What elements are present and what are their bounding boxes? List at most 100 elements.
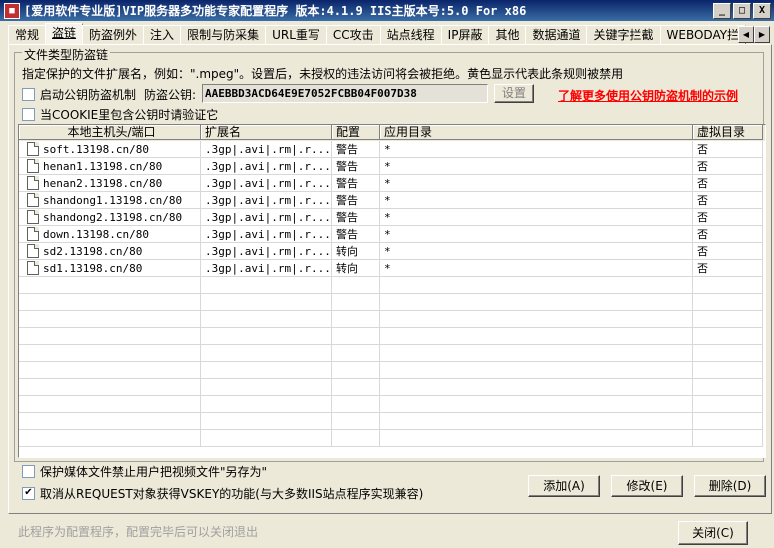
- table-cell: [201, 413, 332, 430]
- table-cell: 否: [693, 175, 763, 192]
- window-title: [爱用软件专业版]VIP服务器多功能专家配置程序 版本:4.1.9 IIS主版本…: [24, 4, 527, 18]
- table-row[interactable]: down.13198.cn/80 .3gp|.avi|.rm|.r... 警告 * 否: [19, 226, 765, 243]
- table-cell: [332, 413, 380, 430]
- document-icon: [27, 261, 39, 275]
- table-cell: [201, 430, 332, 447]
- table-row[interactable]: sd1.13198.cn/80 .3gp|.avi|.rm|.r... 转向 * 否: [19, 260, 765, 277]
- table-cell: .3gp|.avi|.rm|.r...: [201, 192, 332, 209]
- table-cell: [693, 294, 763, 311]
- table-cell: *: [380, 226, 693, 243]
- table-cell: 否: [693, 260, 763, 277]
- table-row: [19, 328, 765, 345]
- public-key-field[interactable]: AAEBBD3ACD64E9E7052FCBB04F007D38: [202, 84, 488, 103]
- tab-site-threads[interactable]: 站点线程: [379, 25, 442, 45]
- learn-more-link[interactable]: 了解更多使用公钥防盗机制的示例: [558, 87, 738, 104]
- table-cell: [380, 294, 693, 311]
- table-cell: henan2.13198.cn/80: [19, 175, 201, 192]
- table-cell: [19, 345, 201, 362]
- table-cell: *: [380, 260, 693, 277]
- table-cell: soft.13198.cn/80: [19, 141, 201, 158]
- cancel-vskey-checkbox[interactable]: ✔: [22, 487, 35, 500]
- table-cell: .3gp|.avi|.rm|.r...: [201, 175, 332, 192]
- cookie-verify-checkbox[interactable]: [22, 108, 35, 121]
- cell-text: soft.13198.cn/80: [43, 142, 149, 156]
- table-row[interactable]: soft.13198.cn/80 .3gp|.avi|.rm|.r... 警告 * 否: [19, 141, 765, 158]
- cell-text: down.13198.cn/80: [43, 227, 149, 241]
- table-cell: [332, 345, 380, 362]
- table-cell: 警告: [332, 141, 380, 158]
- table-cell: [380, 396, 693, 413]
- table-cell: [332, 328, 380, 345]
- tab-scroll-right-icon[interactable]: ▶: [754, 26, 770, 43]
- document-icon: [27, 176, 39, 190]
- table-cell: [332, 430, 380, 447]
- column-header[interactable]: 配置: [332, 125, 380, 140]
- table-row[interactable]: henan2.13198.cn/80 .3gp|.avi|.rm|.r... 警告 *…: [19, 175, 765, 192]
- cancel-vskey-label: 取消从REQUEST对象获得VSKEY的功能(与大多数IIS站点程序实现兼容): [40, 487, 424, 501]
- enable-key-label: 启动公钥防盗机制: [40, 88, 137, 102]
- tab-scroll-left-icon[interactable]: ◀: [738, 26, 754, 43]
- tab-weboday[interactable]: WEBODAY拦: [659, 25, 747, 45]
- maximize-button[interactable]: □: [733, 3, 751, 19]
- tab-cc-attack[interactable]: CC攻击: [325, 25, 381, 45]
- table-row[interactable]: henan1.13198.cn/80 .3gp|.avi|.rm|.r... 警告 *…: [19, 158, 765, 175]
- tab-other[interactable]: 其他: [488, 25, 527, 45]
- table-cell: [19, 294, 201, 311]
- table-row[interactable]: shandong1.13198.cn/80 .3gp|.avi|.rm|.r...…: [19, 192, 765, 209]
- tab-ip-block[interactable]: IP屏蔽: [440, 25, 490, 45]
- table-row[interactable]: sd2.13198.cn/80 .3gp|.avi|.rm|.r... 转向 * 否: [19, 243, 765, 260]
- table-cell: 警告: [332, 226, 380, 243]
- column-header[interactable]: 扩展名: [201, 125, 332, 140]
- column-header[interactable]: 应用目录: [380, 125, 693, 140]
- protect-saveas-label: 保护媒体文件禁止用户把视频文件"另存为": [40, 465, 268, 479]
- table-cell: *: [380, 192, 693, 209]
- tab-limits[interactable]: 限制与防采集: [180, 25, 267, 45]
- delete-button[interactable]: 删除(D): [694, 475, 766, 497]
- tab-hotlink-exceptions[interactable]: 防盗例外: [82, 25, 145, 45]
- table-cell: [693, 413, 763, 430]
- minimize-button[interactable]: _: [713, 3, 731, 19]
- table-cell: 否: [693, 243, 763, 260]
- table-row: [19, 277, 765, 294]
- add-button[interactable]: 添加(A): [528, 475, 600, 497]
- cell-text: henan1.13198.cn/80: [43, 159, 163, 173]
- table-cell: *: [380, 209, 693, 226]
- enable-key-checkbox[interactable]: [22, 88, 35, 101]
- document-icon: [27, 244, 39, 258]
- cell-text: henan2.13198.cn/80: [43, 176, 163, 190]
- close-button[interactable]: 关闭(C): [678, 521, 748, 545]
- close-window-button[interactable]: X: [753, 3, 771, 19]
- table-cell: 否: [693, 209, 763, 226]
- tab-url-rewrite[interactable]: URL重写: [265, 25, 327, 45]
- table-row[interactable]: shandong2.13198.cn/80 .3gp|.avi|.rm|.r...…: [19, 209, 765, 226]
- table-cell: shandong1.13198.cn/80: [19, 192, 201, 209]
- table-cell: [380, 345, 693, 362]
- table-cell: [693, 396, 763, 413]
- table-cell: [19, 379, 201, 396]
- table-cell: 警告: [332, 158, 380, 175]
- column-header[interactable]: 本地主机头/端口: [19, 125, 201, 140]
- table-cell: down.13198.cn/80: [19, 226, 201, 243]
- set-key-button[interactable]: 设置: [494, 84, 534, 103]
- table-cell: .3gp|.avi|.rm|.r...: [201, 243, 332, 260]
- table-cell: [332, 362, 380, 379]
- table-cell: [693, 379, 763, 396]
- table-header: 本地主机头/端口 扩展名 配置 应用目录 虚拟目录: [19, 125, 765, 141]
- edit-button[interactable]: 修改(E): [611, 475, 683, 497]
- tab-data-channel[interactable]: 数据通道: [525, 25, 588, 45]
- table-cell: 否: [693, 141, 763, 158]
- protect-saveas-checkbox[interactable]: [22, 465, 35, 478]
- tab-hotlink[interactable]: 盗链: [45, 23, 84, 45]
- table-cell: [380, 362, 693, 379]
- rules-table[interactable]: 本地主机头/端口 扩展名 配置 应用目录 虚拟目录 soft.13198.cn/…: [18, 124, 766, 458]
- table-cell: [201, 396, 332, 413]
- column-header[interactable]: 虚拟目录: [693, 125, 763, 140]
- tab-keyword-block[interactable]: 关键字拦截: [586, 25, 661, 45]
- table-cell: shandong2.13198.cn/80: [19, 209, 201, 226]
- table-cell: 否: [693, 158, 763, 175]
- tab-injection[interactable]: 注入: [143, 25, 182, 45]
- table-cell: sd1.13198.cn/80: [19, 260, 201, 277]
- document-icon: [27, 193, 39, 207]
- tab-general[interactable]: 常规: [8, 25, 47, 45]
- table-cell: [19, 413, 201, 430]
